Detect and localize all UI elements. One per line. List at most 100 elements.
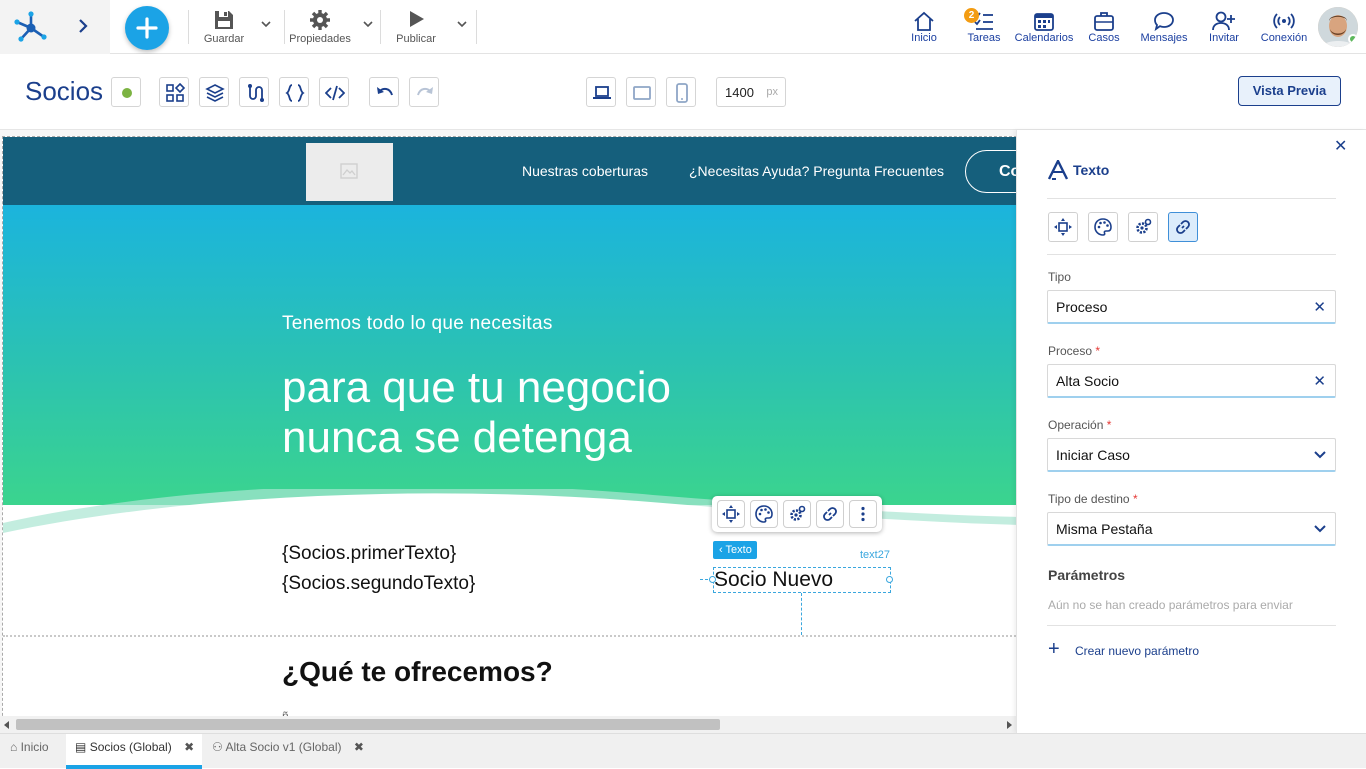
image-placeholder-icon [340,163,358,179]
redo-button[interactable] [409,77,439,107]
operacion-label: Operación * [1048,418,1111,432]
element-type-badge[interactable]: ‹ Texto [713,541,757,559]
site-contact-button[interactable]: Co [965,150,1016,193]
tab-settings[interactable] [1128,212,1158,242]
horizontal-scrollbar[interactable] [0,716,1016,733]
element-more-button[interactable] [849,500,877,528]
scroll-right-arrow-icon[interactable] [1007,721,1012,729]
element-settings-button[interactable] [783,500,811,528]
chevron-down-icon[interactable] [1313,524,1327,534]
add-button[interactable] [125,6,169,50]
element-style-button[interactable] [750,500,778,528]
tab-position[interactable] [1048,212,1078,242]
selected-text-element[interactable]: Socio Nuevo [714,567,833,593]
section-text[interactable]: ñ [282,709,289,716]
site-nav-coverage[interactable]: Nuestras coberturas [522,163,648,179]
tablet-view-button[interactable] [626,77,656,107]
nav-label: Invitar [1209,32,1239,44]
site-logo-placeholder[interactable] [306,143,393,201]
nav-messages[interactable]: Mensajes [1140,8,1188,48]
tab-link[interactable] [1168,212,1198,242]
data-sources-button[interactable] [239,77,269,107]
width-input[interactable]: 1400 px [716,77,786,107]
properties-button[interactable]: Propiedades [288,6,373,50]
operacion-value: Iniciar Caso [1056,447,1130,463]
width-value: 1400 [725,85,754,100]
page-status-button[interactable] [111,77,141,107]
tab-home[interactable]: ⌂ Inicio [10,734,62,769]
tab-label: Alta Socio v1 (Global) [225,740,342,754]
selection-guide [801,593,802,635]
element-move-button[interactable] [717,500,745,528]
hero-subtitle[interactable]: Tenemos todo lo que necesitas [282,313,553,335]
close-tab-icon[interactable]: ✖ [184,740,194,754]
tab-style[interactable] [1088,212,1118,242]
save-button[interactable]: Guardar [200,6,271,50]
nav-label: Mensajes [1140,32,1188,44]
nav-calendars[interactable]: Calendarios [1015,8,1073,48]
publish-label: Publicar [396,33,436,45]
chevron-right-icon[interactable] [77,18,89,34]
nav-invite[interactable]: Invitar [1204,8,1244,48]
layers-icon [205,84,225,102]
publish-button[interactable]: Publicar [392,6,467,50]
site-header[interactable]: Nuestras coberturas ¿Necesitas Ayuda? Pr… [3,137,1016,205]
code-button[interactable] [319,77,349,107]
link-icon [823,507,837,521]
briefcase-icon [1094,12,1114,31]
chevron-down-icon[interactable] [362,19,374,29]
site-nav-help[interactable]: ¿Necesitas Ayuda? Pregunta Frecuentes [689,163,944,179]
section-title[interactable]: ¿Qué te ofrecemos? [282,656,553,688]
resize-handle-left[interactable] [709,576,716,583]
proceso-label: Proceso * [1048,344,1100,358]
logo-icon [14,11,47,42]
nav-home[interactable]: Inicio [904,8,944,48]
close-tab-icon[interactable]: ✖ [354,740,364,754]
page-icon: ▤ [75,740,87,754]
scroll-left-arrow-icon[interactable] [4,721,9,729]
desktop-view-button[interactable] [586,77,616,107]
phone-icon [676,83,688,103]
code-icon [325,85,345,101]
tab-alta-socio[interactable]: ⚇ Alta Socio v1 (Global) ✖ [212,734,372,769]
element-link-button[interactable] [816,500,844,528]
preview-button[interactable]: Vista Previa [1238,76,1341,106]
variables-button[interactable] [279,77,309,107]
width-unit: px [766,86,778,98]
close-icon[interactable]: ✕ [1334,136,1347,156]
nav-label: Tareas [967,32,1001,44]
operacion-select[interactable]: Iniciar Caso [1047,438,1336,472]
page-title: Socios [25,76,104,106]
proceso-field[interactable]: Alta Socio ✕ [1047,364,1336,398]
undo-button[interactable] [369,77,399,107]
online-status-dot [1348,34,1358,44]
element-id: text27 [860,549,890,561]
nav-label: Conexión [1260,32,1308,44]
destino-select[interactable]: Misma Pestaña [1047,512,1336,546]
tab-socios[interactable]: ▤ Socios (Global) ✖ [66,734,202,769]
tipo-value: Proceso [1056,299,1108,315]
template-text-second[interactable]: {Socios.segundoTexto} [282,573,475,595]
clear-icon[interactable]: ✕ [1313,372,1326,390]
calendar-icon [1034,13,1054,31]
mobile-view-button[interactable] [666,77,696,107]
tipo-field[interactable]: Proceso ✕ [1047,290,1336,324]
nav-label: Calendarios [1014,32,1074,44]
avatar[interactable] [1318,7,1358,47]
layers-button[interactable] [199,77,229,107]
field-label: Operación [1048,418,1104,432]
template-text-first[interactable]: {Socios.primerTexto} [282,543,456,565]
nav-connection[interactable]: Conexión [1261,8,1307,48]
home-icon: ⌂ [10,740,18,754]
hero-title[interactable]: para que tu negocio nunca se detenga [282,363,671,463]
components-button[interactable] [159,77,189,107]
chevron-down-icon[interactable] [456,19,468,29]
clear-icon[interactable]: ✕ [1313,298,1326,316]
nav-cases[interactable]: Casos [1084,8,1124,48]
resize-handle-right[interactable] [886,576,893,583]
scrollbar-thumb[interactable] [16,719,720,730]
chevron-down-icon[interactable] [260,19,272,29]
app-logo[interactable] [0,0,110,54]
design-canvas[interactable]: Nuestras coberturas ¿Necesitas Ayuda? Pr… [0,130,1016,716]
chevron-down-icon[interactable] [1313,450,1327,460]
